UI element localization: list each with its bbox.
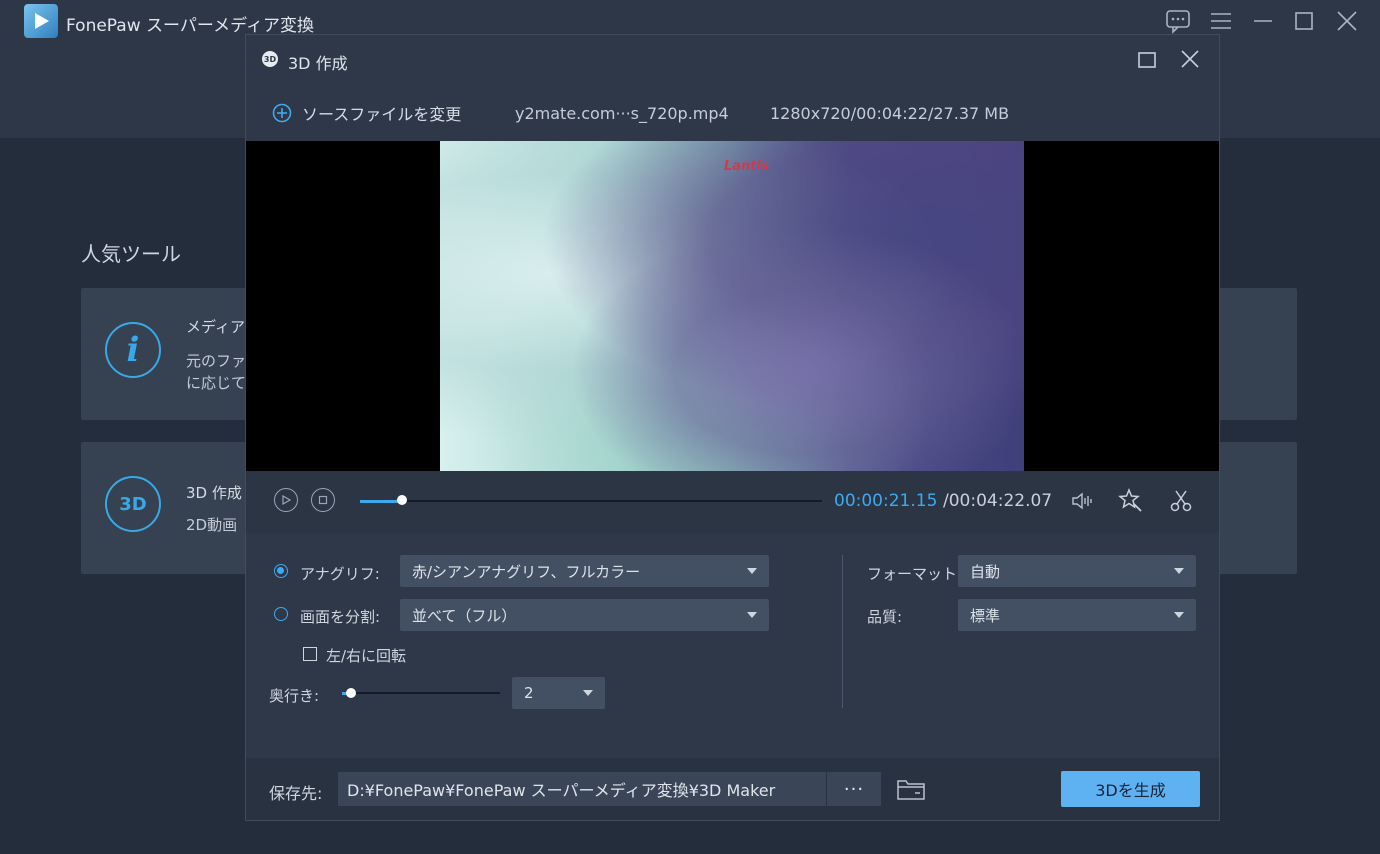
caret-down-icon bbox=[747, 568, 757, 574]
depth-slider-track[interactable] bbox=[342, 692, 500, 694]
tool-name: 3D 作成 bbox=[186, 484, 242, 502]
vertical-divider bbox=[842, 555, 843, 708]
3d-badge-icon: 3D bbox=[262, 51, 278, 67]
progress-thumb[interactable] bbox=[397, 495, 407, 505]
tool-description: 元のファイ に応じて変 bbox=[186, 352, 246, 392]
caret-down-icon bbox=[1174, 568, 1184, 574]
dialog-header bbox=[246, 35, 1219, 141]
popular-tools-heading: 人気ツール bbox=[81, 242, 181, 266]
app-logo-icon bbox=[24, 4, 58, 38]
total-time: /00:04:22.07 bbox=[943, 491, 1053, 511]
quality-label: 品質: bbox=[867, 608, 903, 626]
menu-icon[interactable] bbox=[1208, 8, 1234, 34]
dialog-title: 3D 作成 bbox=[288, 54, 348, 73]
3d-icon: 3D bbox=[105, 476, 161, 532]
play-icon bbox=[282, 495, 291, 505]
change-source-label: ソースファイルを変更 bbox=[302, 105, 462, 124]
caret-down-icon bbox=[583, 690, 593, 696]
browse-button[interactable]: ··· bbox=[826, 772, 881, 806]
format-label: フォーマット: bbox=[867, 565, 963, 583]
depth-label: 奥行き: bbox=[269, 687, 320, 705]
anaglyph-label: アナグリフ: bbox=[300, 565, 380, 583]
source-file-name: y2mate.com···s_720p.mp4 bbox=[515, 104, 729, 123]
close-icon[interactable] bbox=[1334, 8, 1360, 34]
rotate-checkbox[interactable] bbox=[303, 647, 317, 661]
dialog-close-icon[interactable] bbox=[1178, 47, 1202, 71]
caret-down-icon bbox=[1174, 612, 1184, 618]
progress-fill bbox=[360, 500, 402, 503]
player-controls: 00:00:21.15 /00:04:22.07 bbox=[246, 471, 1219, 533]
scissors-icon[interactable] bbox=[1168, 488, 1194, 518]
split-screen-label: 画面を分割: bbox=[300, 608, 381, 626]
change-source-button[interactable]: ソースファイルを変更 bbox=[272, 101, 461, 125]
save-to-label: 保存先: bbox=[269, 784, 323, 803]
add-circle-icon bbox=[272, 103, 292, 123]
current-time: 00:00:21.15 bbox=[834, 491, 938, 511]
quality-dropdown[interactable]: 標準 bbox=[958, 599, 1196, 631]
feedback-icon[interactable] bbox=[1165, 8, 1191, 34]
tool-description: 2D動画 bbox=[186, 516, 238, 534]
anaglyph-dropdown[interactable]: 赤/シアンアナグリフ、フルカラー bbox=[400, 555, 769, 587]
dialog-maximize-icon[interactable] bbox=[1136, 49, 1158, 71]
video-preview[interactable]: Lantis bbox=[246, 141, 1219, 471]
3d-maker-dialog: 3D 3D 作成 ソースファイルを変更 y2mate.com···s_720p.… bbox=[245, 34, 1220, 821]
save-path-field[interactable]: D:¥FonePaw¥FonePaw スーパーメディア変換¥3D Maker bbox=[338, 772, 826, 806]
progress-track[interactable] bbox=[360, 500, 822, 502]
caret-down-icon bbox=[747, 612, 757, 618]
source-file-info: 1280x720/00:04:22/27.37 MB bbox=[770, 104, 1010, 123]
maximize-icon[interactable] bbox=[1291, 8, 1317, 34]
split-screen-radio[interactable] bbox=[274, 607, 288, 621]
depth-dropdown[interactable]: 2 bbox=[512, 677, 605, 709]
rotate-label: 左/右に回転 bbox=[326, 647, 407, 665]
minimize-icon[interactable] bbox=[1250, 8, 1276, 34]
stop-button[interactable] bbox=[311, 488, 335, 512]
anaglyph-radio[interactable] bbox=[274, 564, 288, 578]
dialog-footer: 保存先: D:¥FonePaw¥FonePaw スーパーメディア変換¥3D Ma… bbox=[246, 758, 1219, 820]
video-watermark-logo: Lantis bbox=[724, 159, 769, 174]
open-folder-icon[interactable] bbox=[896, 777, 926, 805]
video-frame-image bbox=[440, 141, 1024, 471]
format-dropdown[interactable]: 自動 bbox=[958, 555, 1196, 587]
info-icon: i bbox=[105, 322, 161, 378]
volume-icon[interactable] bbox=[1070, 489, 1094, 517]
3d-settings-panel: アナグリフ: 赤/シアンアナグリフ、フルカラー 画面を分割: 並べて（フル） 左… bbox=[246, 533, 1219, 758]
app-title: FonePaw スーパーメディア変換 bbox=[66, 16, 314, 36]
effect-wand-icon[interactable] bbox=[1118, 488, 1144, 518]
split-screen-dropdown[interactable]: 並べて（フル） bbox=[400, 599, 769, 631]
generate-3d-button[interactable]: 3Dを生成 bbox=[1061, 771, 1200, 807]
stop-icon bbox=[318, 495, 328, 505]
play-button[interactable] bbox=[274, 488, 298, 512]
depth-slider-thumb[interactable] bbox=[346, 688, 356, 698]
